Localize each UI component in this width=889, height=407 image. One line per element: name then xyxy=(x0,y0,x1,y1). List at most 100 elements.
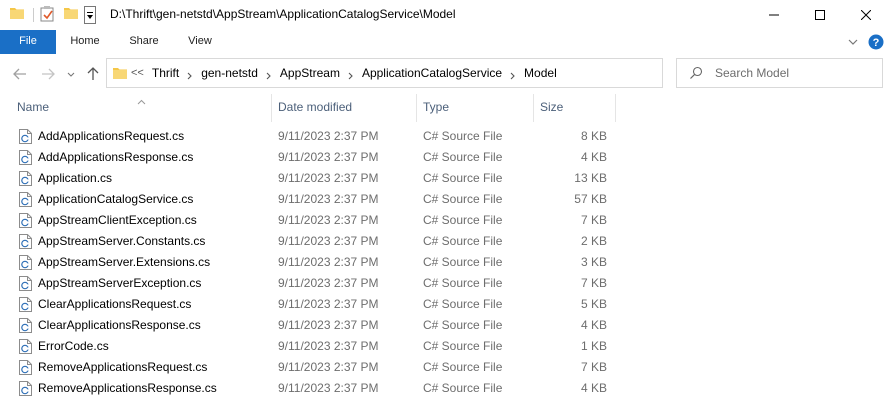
file-name: AppStreamServer.Constants.cs xyxy=(38,234,206,248)
customize-quick-access-icon[interactable] xyxy=(84,6,96,24)
file-type: C# Source File xyxy=(423,213,503,227)
file-date-modified: 9/11/2023 2:37 PM xyxy=(278,192,379,206)
file-row[interactable]: AddApplicationsRequest.cs 9/11/2023 2:37 … xyxy=(0,126,620,147)
csharp-file-icon xyxy=(19,150,32,166)
csharp-file-icon xyxy=(19,381,32,397)
chevron-right-icon[interactable] xyxy=(510,69,516,80)
file-name: ErrorCode.cs xyxy=(38,339,109,353)
file-type: C# Source File xyxy=(423,129,503,143)
csharp-file-icon xyxy=(19,297,32,313)
file-name: AppStreamServerException.cs xyxy=(38,276,202,290)
file-size: 7 KB xyxy=(580,276,607,290)
file-size: 3 KB xyxy=(580,255,607,269)
file-name: ClearApplicationsRequest.cs xyxy=(38,297,192,311)
file-name: ApplicationCatalogService.cs xyxy=(38,192,194,206)
tab-share[interactable]: Share xyxy=(118,30,170,54)
file-date-modified: 9/11/2023 2:37 PM xyxy=(278,150,379,164)
file-row[interactable]: AppStreamClientException.cs 9/11/2023 2:3… xyxy=(0,210,620,231)
file-name: AddApplicationsResponse.cs xyxy=(38,150,194,164)
folder-icon xyxy=(112,65,128,84)
file-type: C# Source File xyxy=(423,297,503,311)
breadcrumb-item-appstream[interactable]: AppStream xyxy=(280,66,340,80)
file-date-modified: 9/11/2023 2:37 PM xyxy=(278,234,379,248)
up-arrow-icon[interactable] xyxy=(86,66,100,82)
file-date-modified: 9/11/2023 2:37 PM xyxy=(278,381,379,395)
file-size: 4 KB xyxy=(580,150,607,164)
file-row[interactable]: ApplicationCatalogService.cs 9/11/2023 2:… xyxy=(0,189,620,210)
file-row[interactable]: AddApplicationsResponse.cs 9/11/2023 2:37… xyxy=(0,147,620,168)
breadcrumb-item-gen-netstd[interactable]: gen-netstd xyxy=(201,66,258,80)
chevron-down-icon[interactable] xyxy=(848,30,858,54)
csharp-file-icon xyxy=(19,234,32,250)
file-date-modified: 9/11/2023 2:37 PM xyxy=(278,276,379,290)
recent-locations-icon[interactable] xyxy=(66,66,76,82)
file-type: C# Source File xyxy=(423,318,503,332)
csharp-file-icon xyxy=(19,276,32,292)
file-date-modified: 9/11/2023 2:37 PM xyxy=(278,255,379,269)
file-date-modified: 9/11/2023 2:37 PM xyxy=(278,318,379,332)
file-row[interactable]: RemoveApplicationsResponse.cs 9/11/2023 2… xyxy=(0,378,620,399)
forward-arrow-icon[interactable] xyxy=(40,66,56,82)
file-row[interactable]: Application.cs 9/11/2023 2:37 PM C# Source… xyxy=(0,168,620,189)
chevron-right-icon[interactable] xyxy=(348,69,354,80)
search-box[interactable] xyxy=(676,58,883,88)
column-header-type[interactable]: Type xyxy=(417,94,534,122)
back-arrow-icon[interactable] xyxy=(12,66,28,82)
column-header-name[interactable]: Name xyxy=(11,94,272,122)
help-icon[interactable]: ? xyxy=(868,30,884,54)
file-row[interactable]: RemoveApplicationsRequest.cs 9/11/2023 2:… xyxy=(0,357,620,378)
file-size: 4 KB xyxy=(580,318,607,332)
address-bar[interactable]: << Thrift gen-netstd AppStream Applicati… xyxy=(106,58,760,88)
tab-view[interactable]: View xyxy=(178,30,222,54)
column-headers: Name Date modified Type Size xyxy=(0,94,889,124)
file-type: C# Source File xyxy=(423,339,503,353)
csharp-file-icon xyxy=(19,129,32,145)
maximize-icon[interactable] xyxy=(797,0,843,30)
title-bar: D:\Thrift\gen-netstd\AppStream\Applicati… xyxy=(0,0,889,30)
breadcrumb: << Thrift gen-netstd AppStream Applicati… xyxy=(131,66,557,80)
search-input[interactable] xyxy=(715,65,875,81)
svg-text:?: ? xyxy=(873,37,880,49)
file-row[interactable]: ErrorCode.cs 9/11/2023 2:37 PM C# Source F… xyxy=(0,336,620,357)
breadcrumb-item-thrift[interactable]: Thrift xyxy=(152,66,179,80)
file-row[interactable]: AppStreamServer.Constants.cs 9/11/2023 2:… xyxy=(0,231,620,252)
file-size: 13 KB xyxy=(574,171,607,185)
file-name: ClearApplicationsResponse.cs xyxy=(38,318,201,332)
column-header-date-modified[interactable]: Date modified xyxy=(272,94,417,122)
file-name: AppStreamClientException.cs xyxy=(38,213,197,227)
file-name: AddApplicationsRequest.cs xyxy=(38,129,185,143)
file-row[interactable]: ClearApplicationsRequest.cs 9/11/2023 2:3… xyxy=(0,294,620,315)
chevron-right-icon[interactable] xyxy=(187,69,193,80)
minimize-icon[interactable] xyxy=(751,0,797,30)
chevron-right-icon[interactable] xyxy=(266,69,272,80)
properties-check-icon[interactable] xyxy=(40,5,56,26)
csharp-file-icon xyxy=(19,318,32,334)
close-icon[interactable] xyxy=(843,0,889,30)
new-folder-icon[interactable] xyxy=(63,5,79,24)
file-size: 5 KB xyxy=(580,297,607,311)
file-name: AppStreamServer.Extensions.cs xyxy=(38,255,211,269)
file-type: C# Source File xyxy=(423,234,503,248)
file-row[interactable]: AppStreamServerException.cs 9/11/2023 2:3… xyxy=(0,273,620,294)
breadcrumb-overflow[interactable]: << xyxy=(131,67,144,79)
breadcrumb-item-model[interactable]: Model xyxy=(524,66,557,80)
file-type: C# Source File xyxy=(423,255,503,269)
tab-home[interactable]: Home xyxy=(60,30,110,54)
file-date-modified: 9/11/2023 2:37 PM xyxy=(278,297,379,311)
file-date-modified: 9/11/2023 2:37 PM xyxy=(278,171,379,185)
column-header-size[interactable]: Size xyxy=(534,94,616,122)
file-size: 7 KB xyxy=(580,213,607,227)
folder-icon xyxy=(9,5,25,21)
breadcrumb-item-applicationcatalogservice[interactable]: ApplicationCatalogService xyxy=(362,66,502,80)
file-size: 4 KB xyxy=(580,381,607,395)
file-name: RemoveApplicationsRequest.cs xyxy=(38,360,208,374)
file-name: RemoveApplicationsResponse.cs xyxy=(38,381,217,395)
file-type: C# Source File xyxy=(423,171,503,185)
file-row[interactable]: AppStreamServer.Extensions.cs 9/11/2023 2… xyxy=(0,252,620,273)
file-row[interactable]: ClearApplicationsResponse.cs 9/11/2023 2:… xyxy=(0,315,620,336)
file-date-modified: 9/11/2023 2:37 PM xyxy=(278,360,379,374)
tab-file[interactable]: File xyxy=(0,30,56,54)
csharp-file-icon xyxy=(19,339,32,355)
ribbon-tabs: File Home Share View ? xyxy=(0,30,889,54)
file-date-modified: 9/11/2023 2:37 PM xyxy=(278,339,379,353)
